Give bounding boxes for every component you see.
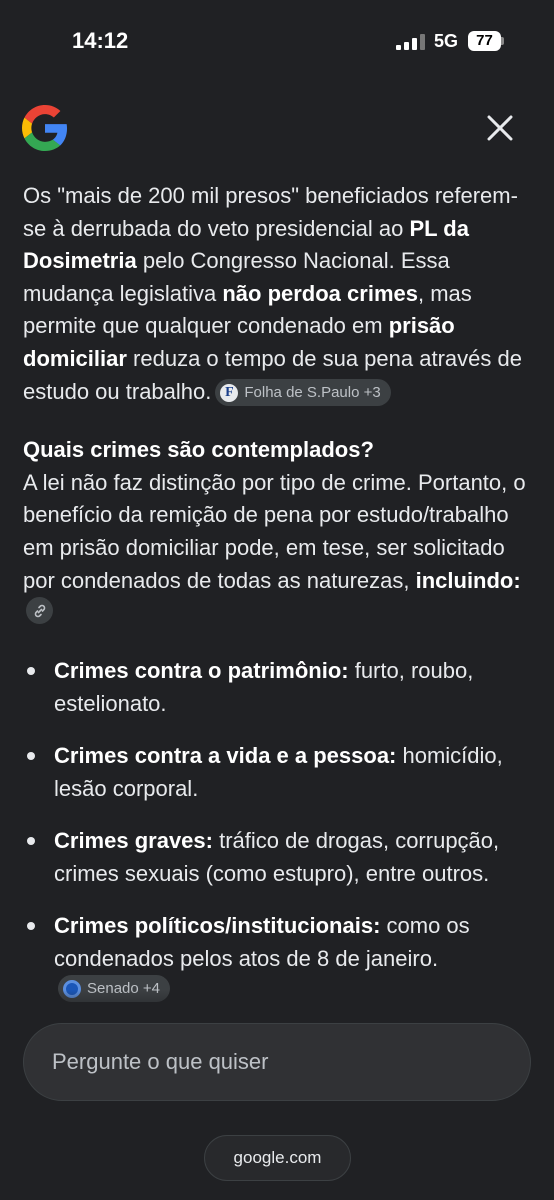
bold-text: não perdoa crimes — [222, 280, 418, 306]
status-time: 14:12 — [72, 28, 129, 53]
scroll-fade — [0, 990, 554, 1020]
answer-content[interactable]: Os "mais de 200 mil presos" beneficiados… — [23, 180, 533, 1006]
battery-level: 77 — [468, 31, 501, 51]
google-g-icon — [22, 105, 68, 151]
list-item-label: Crimes contra a vida e a pessoa: — [54, 743, 397, 769]
list-item: Crimes graves: tráfico de drogas, corrup… — [23, 824, 533, 890]
domain-pill[interactable]: google.com — [204, 1135, 351, 1181]
link-chip[interactable] — [26, 597, 53, 625]
list-item: Crimes contra o patrimônio: furto, roubo… — [23, 654, 533, 720]
ask-input[interactable]: Pergunte o que quiser — [23, 1023, 531, 1101]
network-label: 5G — [434, 31, 459, 51]
close-icon[interactable] — [484, 112, 516, 144]
list-item-label: Crimes graves: — [54, 828, 213, 854]
source-chip-folha[interactable]: F Folha de S.Paulo +3 — [215, 379, 391, 407]
section-heading: Quais crimes são contemplados? — [23, 437, 374, 463]
screen: 14:12 5G 77 Os "mais de 200 mil presos" … — [0, 0, 554, 1200]
list-item-label: Crimes contra o patrimônio: — [54, 658, 349, 684]
bold-text: incluindo: — [415, 567, 521, 593]
link-icon — [34, 604, 45, 617]
source-chip-label: Folha de S.Paulo +3 — [244, 384, 381, 402]
list-item: Crimes contra a vida e a pessoa: homicíd… — [23, 739, 533, 805]
answer-paragraph-2: A lei não faz distinção por tipo de crim… — [23, 467, 533, 630]
signal-icon — [396, 34, 425, 50]
list-item-label: Crimes políticos/institucionais: — [54, 913, 381, 939]
battery-icon: 77 — [468, 31, 504, 51]
battery-tip — [501, 37, 504, 45]
status-bar: 14:12 5G 77 — [0, 0, 554, 80]
answer-intro: Os "mais de 200 mil presos" beneficiados… — [23, 180, 533, 408]
crime-list: Crimes contra o patrimônio: furto, roubo… — [23, 654, 533, 1006]
folha-logo-icon: F — [220, 383, 239, 402]
